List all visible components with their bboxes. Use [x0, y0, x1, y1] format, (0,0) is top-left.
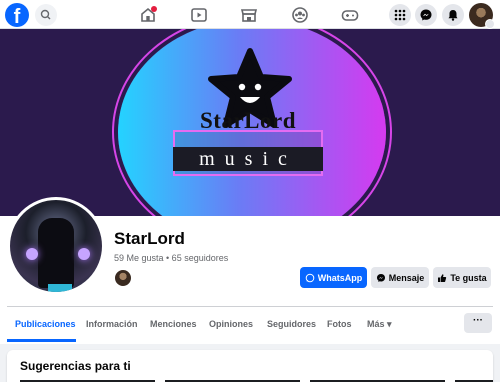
page-title: StarLord — [114, 229, 185, 248]
glow-right — [78, 248, 90, 260]
nav-groups[interactable] — [289, 4, 311, 26]
notifications-button[interactable] — [442, 4, 464, 26]
messenger-button[interactable] — [415, 4, 437, 26]
header-divider — [7, 306, 493, 307]
message-label: Mensaje — [388, 272, 425, 283]
suggestions-card: Sugerencias para ti — [7, 350, 493, 382]
chevron-down-icon — [485, 19, 495, 29]
profile-picture[interactable] — [7, 197, 105, 295]
search-icon — [40, 9, 51, 20]
cover-brand-subtitle: music — [173, 147, 323, 171]
whatsapp-button[interactable]: WhatsApp — [300, 267, 367, 288]
search-button[interactable] — [35, 4, 57, 26]
groups-icon — [292, 7, 308, 23]
tab-menciones[interactable]: Menciones — [150, 310, 197, 340]
profile-figure — [38, 218, 74, 288]
nav-video[interactable] — [188, 4, 210, 26]
nav-home[interactable] — [137, 4, 159, 26]
gaming-icon — [341, 10, 359, 21]
facebook-logo[interactable]: f — [5, 3, 29, 27]
bell-icon — [448, 10, 458, 21]
messenger-icon — [376, 273, 385, 282]
cover-brand-name: StarLord — [200, 108, 296, 133]
follower-avatar[interactable] — [114, 269, 132, 287]
tab-opiniones[interactable]: Opiniones — [209, 310, 253, 340]
nav-gaming[interactable] — [339, 4, 361, 26]
menu-button[interactable] — [389, 4, 411, 26]
messenger-icon — [420, 9, 432, 21]
video-icon — [191, 8, 207, 22]
active-tab-indicator — [7, 339, 76, 342]
nav-marketplace[interactable] — [238, 4, 260, 26]
marketplace-icon — [240, 9, 258, 22]
tab-publicaciones[interactable]: Publicaciones — [15, 310, 76, 340]
more-options-button[interactable]: ··· — [464, 313, 492, 333]
suggestions-title: Sugerencias para ti — [20, 359, 131, 373]
like-button[interactable]: Te gusta — [433, 267, 491, 288]
account-avatar[interactable] — [469, 3, 495, 29]
glow-left — [26, 248, 38, 260]
tab-fotos[interactable]: Fotos — [327, 310, 352, 340]
tab-mas[interactable]: Más ▾ — [367, 310, 392, 340]
notification-dot — [151, 6, 157, 12]
like-label: Te gusta — [450, 272, 487, 283]
page-stats[interactable]: 59 Me gusta • 65 seguidores — [114, 253, 228, 263]
thumbs-up-icon — [438, 273, 447, 282]
top-navigation-bar: f — [0, 0, 500, 29]
grid-menu-icon — [394, 9, 406, 21]
figure-feet — [48, 284, 72, 292]
message-button[interactable]: Mensaje — [371, 267, 429, 288]
tab-informacion[interactable]: Información — [86, 310, 138, 340]
tab-seguidores[interactable]: Seguidores — [267, 310, 316, 340]
whatsapp-label: WhatsApp — [317, 272, 363, 283]
whatsapp-icon — [305, 273, 315, 282]
